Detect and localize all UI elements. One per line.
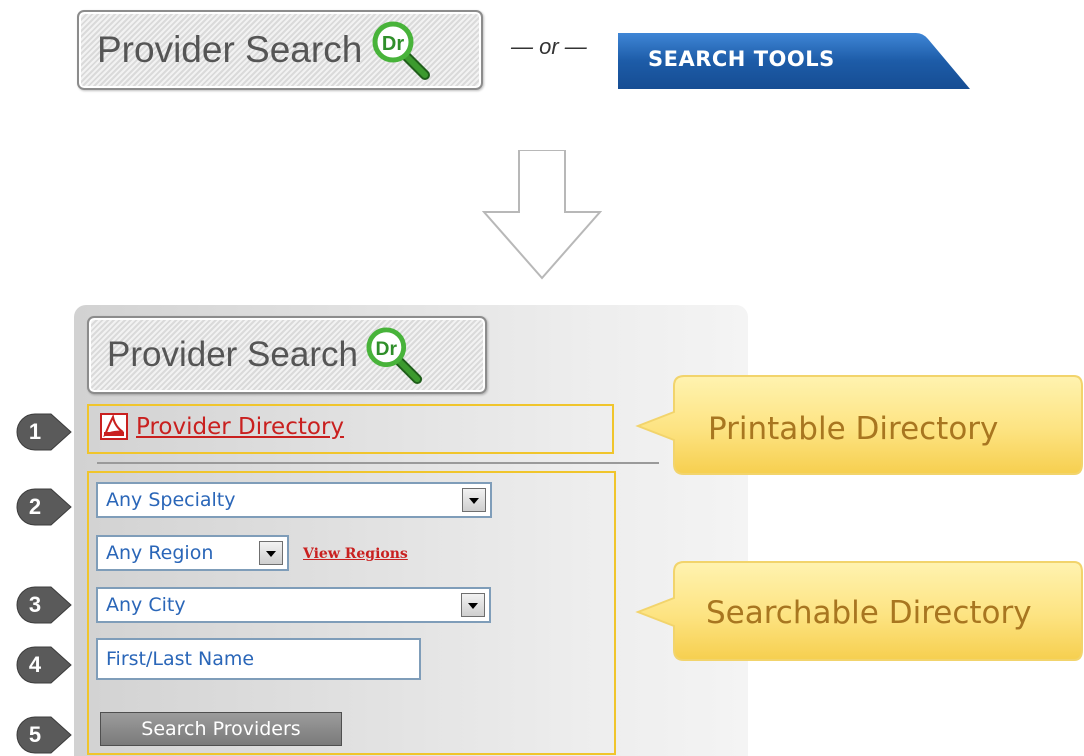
down-arrow-icon	[481, 149, 603, 284]
magnifier-dr-icon: Dr	[370, 20, 434, 80]
specialty-select[interactable]: Any Specialty	[96, 482, 492, 518]
provider-directory-link[interactable]: Provider Directory	[100, 413, 344, 440]
step-marker-3: 3	[15, 585, 73, 625]
city-select[interactable]: Any City	[96, 587, 491, 623]
step-marker-4: 4	[15, 645, 73, 685]
provider-search-label: Provider Search	[97, 29, 363, 70]
search-tools-label: SEARCH TOOLS	[648, 47, 835, 71]
step-marker-2: 2	[15, 487, 73, 527]
region-select[interactable]: Any Region	[96, 535, 289, 571]
printable-directory-callout: Printable Directory	[628, 374, 1084, 480]
search-tools-tab[interactable]: SEARCH TOOLS	[618, 33, 970, 89]
provider-search-label: Provider Search	[107, 335, 358, 374]
specialty-select-value: Any Specialty	[106, 489, 236, 511]
svg-text:Dr: Dr	[382, 33, 404, 55]
step-marker-5: 5	[15, 715, 73, 755]
printable-directory-label: Printable Directory	[708, 411, 999, 447]
searchable-directory-callout: Searchable Directory	[628, 560, 1084, 666]
provider-search-button[interactable]: Provider Search Dr	[77, 10, 483, 90]
search-providers-button[interactable]: Search Providers	[100, 712, 342, 746]
chevron-down-icon[interactable]	[461, 593, 485, 617]
searchable-directory-label: Searchable Directory	[706, 595, 1032, 631]
divider	[97, 462, 659, 464]
name-search-input[interactable]	[96, 638, 421, 680]
or-separator: — or —	[511, 34, 587, 59]
view-regions-link[interactable]: View Regions	[303, 546, 408, 562]
step-marker-1: 1	[15, 412, 73, 452]
provider-directory-label: Provider Directory	[136, 413, 345, 440]
chevron-down-icon[interactable]	[462, 488, 486, 512]
provider-search-button[interactable]: Provider Search Dr	[87, 316, 487, 394]
pdf-icon	[100, 413, 128, 440]
magnifier-dr-icon: Dr	[364, 326, 426, 384]
region-select-value: Any Region	[106, 542, 214, 564]
chevron-down-icon[interactable]	[259, 541, 283, 565]
svg-text:Dr: Dr	[376, 339, 398, 360]
city-select-value: Any City	[106, 594, 186, 616]
